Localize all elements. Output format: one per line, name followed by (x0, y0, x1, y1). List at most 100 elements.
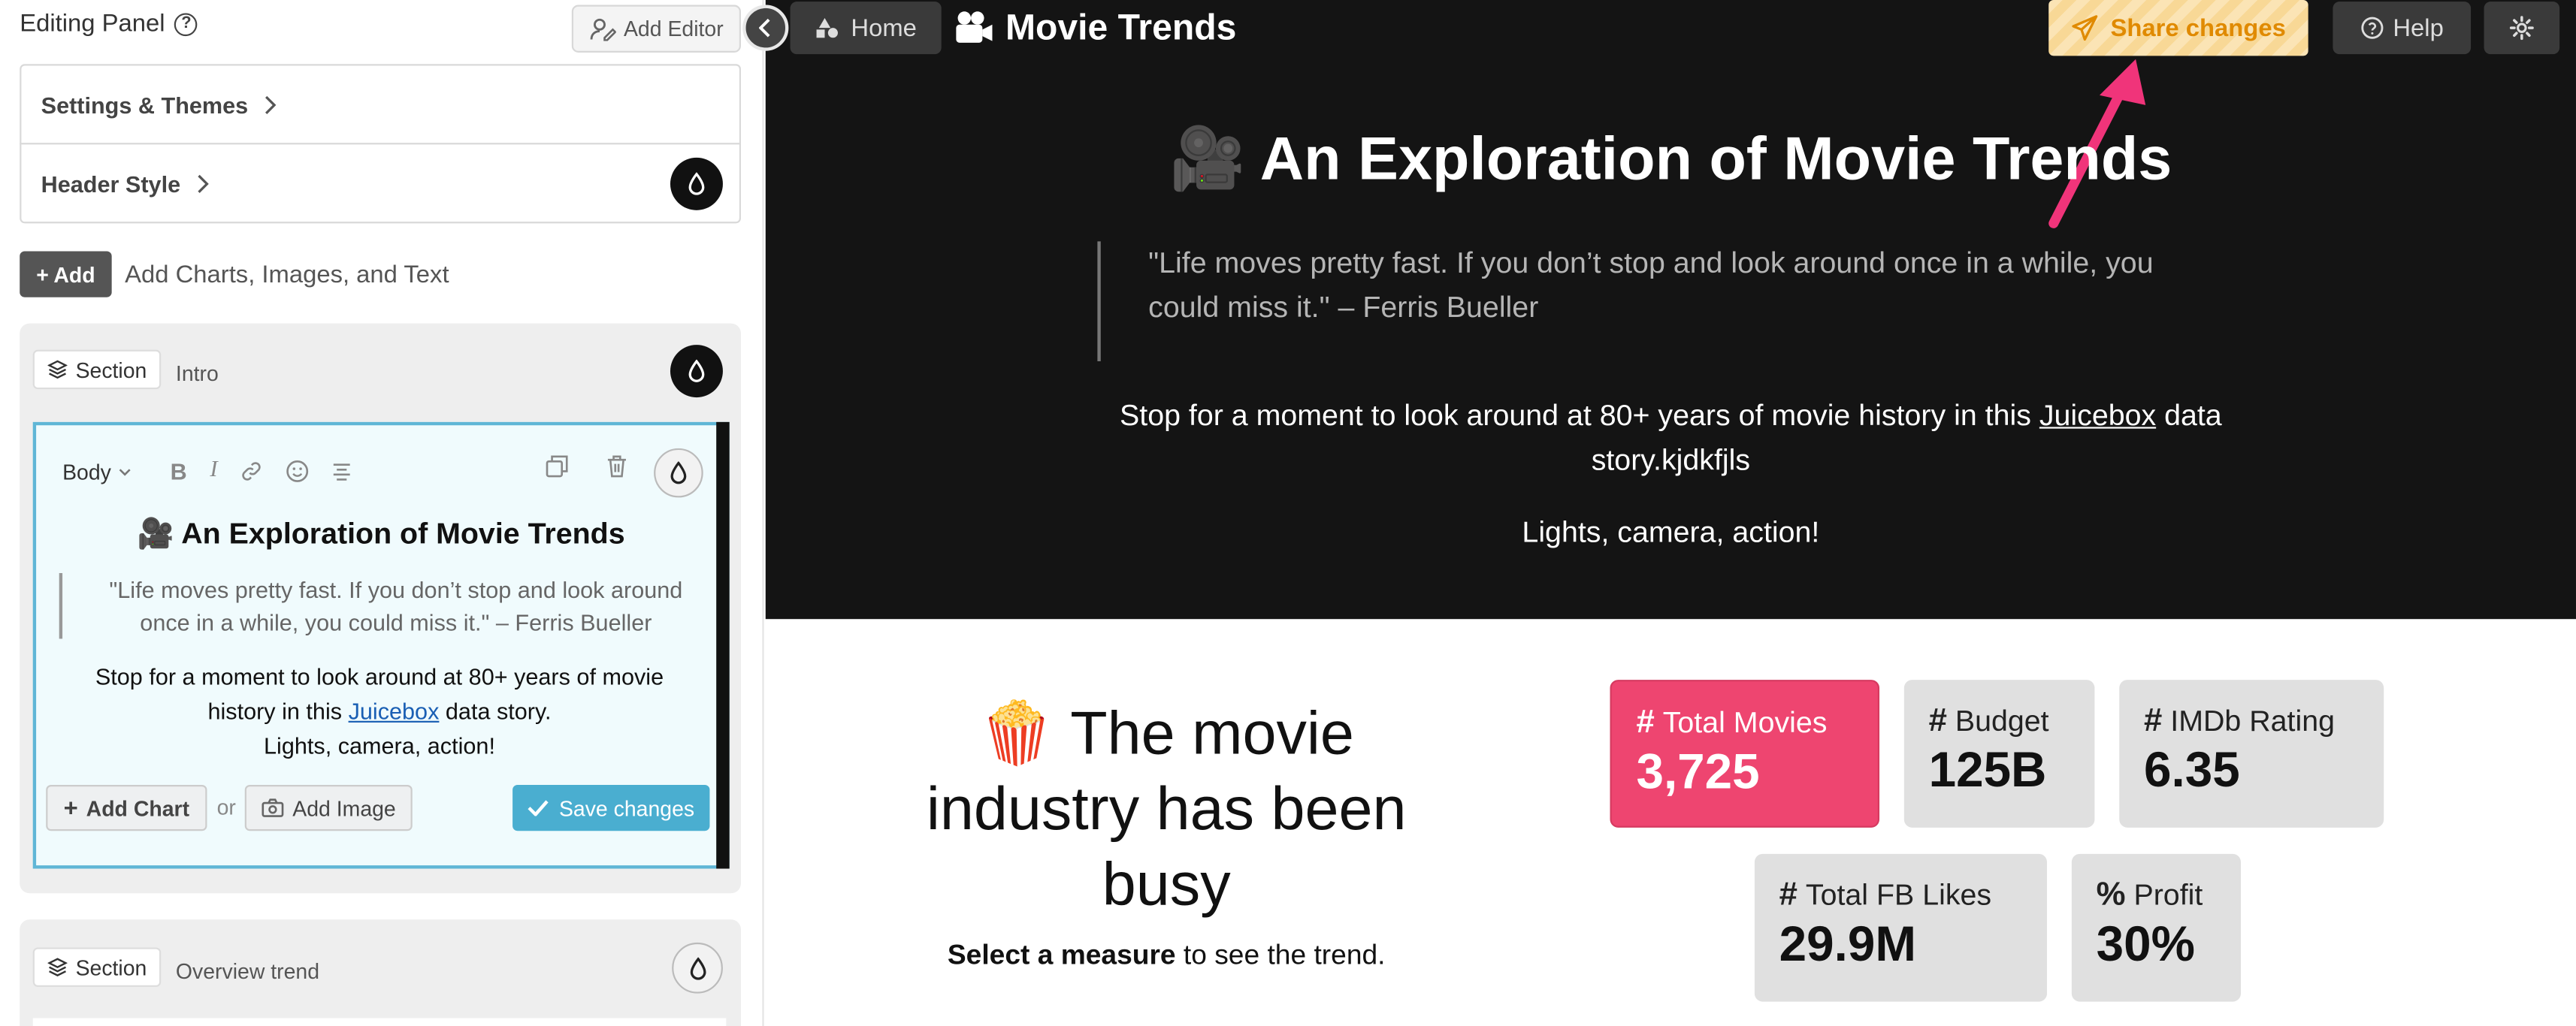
metric-label-text: IMDb Rating (2170, 704, 2335, 738)
add-editor-label: Add Editor (623, 16, 724, 41)
droplet-icon (670, 461, 687, 484)
add-image-button[interactable]: Add Image (244, 785, 413, 831)
chevron-left-icon (759, 18, 772, 38)
text-style-select[interactable]: Body (62, 459, 131, 484)
hash-icon: # (1636, 704, 1655, 741)
hash-icon: # (1928, 702, 1947, 739)
metric-value: 6.35 (2144, 744, 2240, 798)
section-card-overview: Section Overview trend (20, 919, 741, 1026)
metric-label: # Total FB Likes (1779, 877, 2047, 914)
check-icon (528, 800, 549, 816)
chevron-right-icon (197, 174, 210, 193)
trash-icon[interactable] (606, 455, 627, 478)
metric-label: # Total Movies (1636, 705, 1877, 742)
settings-themes-accordion[interactable]: Settings & Themes (20, 64, 741, 145)
editor-body-line2: Lights, camera, action! (264, 732, 495, 759)
hash-icon: # (1779, 877, 1797, 913)
hero-quote: "Life moves pretty fast. If you don’t st… (1097, 241, 2215, 361)
add-chart-button[interactable]: + Add Chart (46, 785, 207, 831)
or-label: or (216, 795, 236, 819)
panel-header: Editing Panel ? (20, 10, 198, 38)
juicebox-link[interactable]: Juicebox (2039, 399, 2156, 432)
metric-value: 29.9M (1779, 918, 1916, 973)
header-style-color-button[interactable] (670, 157, 723, 210)
metric-label-text: Budget (1955, 704, 2049, 738)
camera-icon (262, 798, 285, 818)
metric-label-text: Total Movies (1662, 706, 1828, 739)
link-icon[interactable] (240, 460, 264, 483)
text-editor[interactable]: Body B I 🎥 An Exploration of Movie Trend… (32, 421, 730, 869)
layers-icon (47, 360, 68, 379)
header-style-accordion[interactable]: Header Style (20, 143, 741, 224)
help-button[interactable]: Help (2333, 2, 2472, 55)
add-editor-button[interactable]: Add Editor (571, 5, 741, 53)
section-tag[interactable]: Section (32, 947, 162, 987)
plus-icon: + (63, 794, 78, 822)
add-button-label: Add (53, 261, 95, 287)
section-name: Intro (175, 361, 219, 386)
section-content-preview (32, 1018, 727, 1026)
metric-value: 125B (1928, 744, 2047, 798)
collapse-panel-button[interactable] (742, 5, 789, 51)
editor-scrollbar[interactable] (716, 421, 730, 869)
metric-total-fb-likes[interactable]: # Total FB Likes 29.9M (1754, 853, 2048, 1002)
editing-panel: Editing Panel ? Add Editor Settings & Th… (0, 0, 764, 1026)
video-camera-icon (953, 10, 996, 46)
add-button[interactable]: + Add (20, 251, 112, 297)
help-label: Help (2393, 14, 2444, 42)
metric-budget[interactable]: # Budget 125B (1903, 680, 2095, 828)
save-changes-button[interactable]: Save changes (512, 785, 710, 831)
settings-button[interactable] (2484, 2, 2560, 55)
droplet-icon (688, 359, 705, 383)
metric-total-movies[interactable]: # Total Movies 3,725 (1610, 680, 1880, 828)
editor-actions: + Add Chart or Add Image Save changes (46, 785, 719, 831)
editor-title[interactable]: 🎥 An Exploration of Movie Trends (36, 518, 726, 552)
emoji-icon[interactable] (286, 460, 310, 483)
italic-icon[interactable]: I (210, 458, 217, 484)
metric-profit[interactable]: % Profit 30% (2071, 853, 2242, 1002)
editor-color-button[interactable] (654, 448, 703, 498)
droplet-icon (689, 956, 706, 979)
header-style-label: Header Style (41, 170, 181, 197)
metric-label: % Profit (2097, 877, 2241, 914)
section-tag[interactable]: Section (32, 349, 162, 390)
metric-imdb-rating[interactable]: # IMDb Rating 6.35 (2119, 680, 2384, 828)
share-changes-button[interactable]: Share changes (2048, 0, 2308, 56)
duplicate-icon[interactable] (546, 455, 569, 478)
shapes-icon (815, 17, 841, 40)
section-color-button[interactable] (670, 345, 723, 398)
chevron-right-icon (265, 95, 277, 114)
user-edit-icon (589, 17, 616, 41)
section-tag-label: Section (75, 357, 147, 382)
hero-body-text: Stop for a moment to look around at 80+ … (1120, 399, 2039, 432)
share-changes-label: Share changes (2110, 14, 2286, 42)
bold-icon[interactable]: B (171, 458, 187, 484)
app-title-text: Movie Trends (1005, 6, 1237, 48)
align-center-icon[interactable] (333, 461, 352, 481)
home-button[interactable]: Home (790, 2, 942, 55)
section-color-button[interactable] (672, 942, 723, 994)
hero-body: Stop for a moment to look around at 80+ … (766, 394, 2576, 483)
text-style-value: Body (62, 459, 111, 484)
metric-label-text: Total FB Likes (1805, 878, 1992, 912)
editor-body-text-end: data story. (439, 698, 552, 725)
section-tag-label: Section (75, 955, 147, 980)
help-icon[interactable]: ? (174, 12, 198, 36)
juicebox-link[interactable]: Juicebox (349, 698, 440, 724)
chevron-down-icon (118, 467, 131, 475)
overview-subline-rest: to see the trend. (1175, 939, 1386, 971)
editor-body[interactable]: Stop for a moment to look around at 80+ … (59, 660, 700, 764)
layers-icon (47, 958, 68, 977)
percent-icon: % (2096, 877, 2126, 913)
save-changes-label: Save changes (558, 795, 695, 821)
send-icon (2071, 15, 2097, 41)
app-title: Movie Trends (953, 7, 1236, 50)
hero-tagline: Lights, camera, action! (1522, 515, 1820, 549)
editor-toolbar: Body B I (62, 458, 352, 484)
overview-heading: 🍿 The movie industry has been busy (926, 699, 1407, 919)
add-content-row: + Add Add Charts, Images, and Text (20, 251, 449, 297)
editor-quote[interactable]: "Life moves pretty fast. If you don’t st… (59, 572, 700, 639)
overview-subline: Select a measure to see the trend. (887, 940, 1446, 973)
add-description: Add Charts, Images, and Text (125, 260, 449, 288)
metric-value: 30% (2096, 918, 2195, 973)
